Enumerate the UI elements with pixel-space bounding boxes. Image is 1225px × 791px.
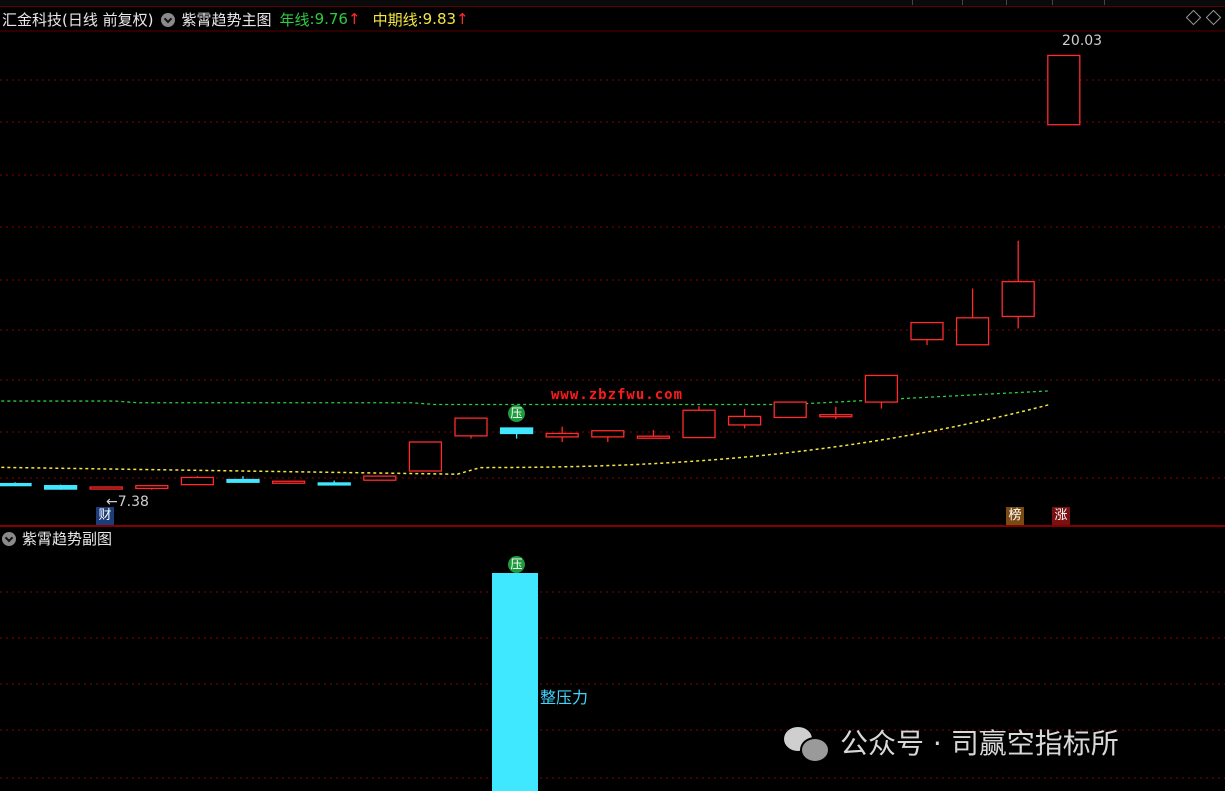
chevron-down-icon[interactable] [2, 532, 16, 546]
wechat-watermark: 公众号 · 司赢空指标所 [784, 722, 1119, 763]
sub-chart-header: 紫霄趋势副图 [0, 528, 112, 548]
candle-body [636, 435, 671, 439]
tag-cai[interactable]: 财 [96, 507, 114, 525]
candle-body [773, 401, 807, 419]
candle-body [819, 414, 853, 418]
candle-body [408, 441, 443, 472]
candle-body [682, 409, 716, 439]
high-price-label: 20.03 [1062, 33, 1102, 49]
candle-body [1047, 54, 1081, 126]
pressure-bar [492, 573, 538, 791]
wechat-icon [784, 725, 830, 763]
sub-indicator-name[interactable]: 紫霄趋势副图 [22, 528, 112, 549]
candle-body [43, 485, 78, 490]
watermark-url: www.zbzfwu.com [551, 387, 684, 403]
candle-body [271, 480, 306, 484]
candle-body [910, 321, 944, 341]
candle-body [864, 374, 899, 403]
candle-body [1001, 280, 1035, 318]
tag-zhang[interactable]: 涨 [1052, 507, 1070, 525]
candle-body [727, 415, 762, 426]
candle-body [499, 427, 534, 435]
tag-bang[interactable]: 榜 [1006, 507, 1024, 525]
candle-body [0, 482, 32, 487]
ya-marker-main: 压 [508, 405, 525, 422]
candle-body [226, 478, 260, 483]
candle-body [135, 485, 169, 490]
candle-body [955, 317, 990, 346]
low-price-value: 7.38 [117, 494, 149, 510]
wechat-account: 公众号 · 司赢空指标所 [840, 727, 1119, 760]
mid-line-series [1, 403, 1051, 475]
candle-body [363, 475, 397, 481]
ya-marker-sub: 压 [508, 556, 525, 573]
candle-body [454, 417, 488, 437]
candle-body [545, 432, 579, 438]
high-price-value: 20.03 [1062, 33, 1103, 49]
candle-body [89, 486, 123, 490]
candle-body [180, 476, 215, 486]
pressure-label: 整压力 [540, 688, 589, 707]
candle-body [591, 430, 625, 438]
candle-body [317, 482, 351, 486]
